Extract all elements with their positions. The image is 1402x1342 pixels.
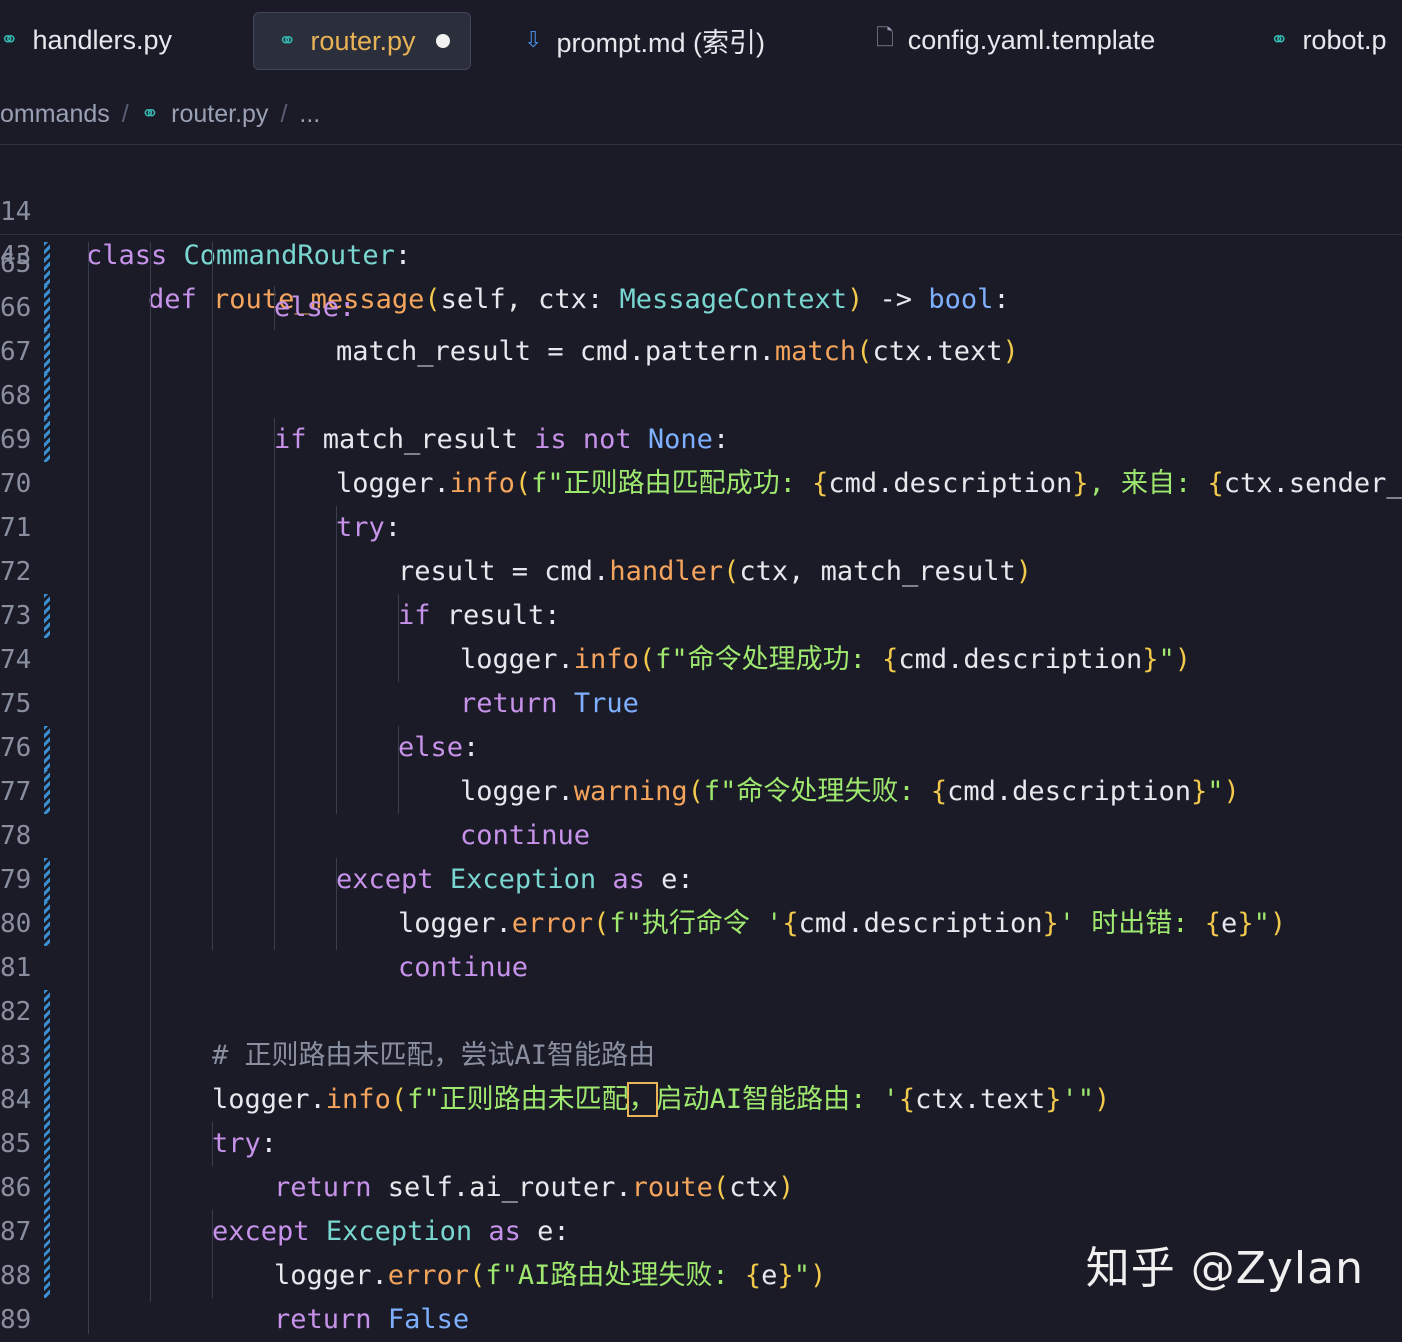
code-line[interactable]: 71 result = cmd.handler(ctx, match_resul… <box>0 506 1402 587</box>
tab-label: handlers.py <box>32 24 173 55</box>
code-line[interactable]: 84 try: <box>0 1078 1402 1159</box>
code-line[interactable]: 43 def route_message(self, ctx: MessageC… <box>0 190 1402 315</box>
download-arrow-icon: ⇩ <box>524 27 543 52</box>
code-line[interactable]: 86 except Exception as e: <box>0 1166 1402 1247</box>
code-line[interactable]: 85 return self.ai_router.route(ctx) <box>0 1122 1402 1203</box>
breadcrumb-more[interactable]: ... <box>299 100 320 129</box>
breadcrumb-file[interactable]: router.py <box>171 100 268 129</box>
code-line[interactable]: 78 except Exception as e: <box>0 814 1402 895</box>
file-icon: 🗋 <box>876 25 894 50</box>
code-line[interactable]: 75 else: <box>0 682 1402 763</box>
tab-label: config.yaml.template <box>907 24 1156 55</box>
code-line[interactable]: 81 <box>0 946 1402 990</box>
python-icon: ⚭ <box>278 28 297 53</box>
breadcrumb-folder[interactable]: ommands <box>0 100 110 129</box>
code-line[interactable]: 82 # 正则路由未匹配，尝试AI智能路由 <box>0 990 1402 1071</box>
tab-robot[interactable]: ⚭ robot.p <box>1270 12 1387 68</box>
code-line[interactable]: 69 logger.info(f"正则路由匹配成功: {cmd.descript… <box>0 418 1402 499</box>
unsaved-dot-icon[interactable] <box>435 34 450 48</box>
code-line[interactable]: 72 if result: <box>0 550 1402 631</box>
code-line[interactable]: 83 logger.info(f"正则路由未匹配，启动AI智能路由: '{ctx… <box>0 1034 1402 1117</box>
tab-bar: ⚭ handlers.py ⚭ router.py ⇩ prompt.md (索… <box>0 0 1402 84</box>
code-line[interactable]: 77 continue <box>0 770 1402 851</box>
tab-prompt[interactable]: ⇩ prompt.md (索引) <box>524 12 765 68</box>
python-icon: ⚭ <box>0 27 19 52</box>
watermark: 知乎 @Zylan <box>1085 1243 1364 1294</box>
code-line[interactable]: 80 continue <box>0 902 1402 983</box>
code-line[interactable]: 66 match_result = cmd.pattern.match(ctx.… <box>0 286 1402 367</box>
sticky-scroll: 14 class CommandRouter: 43 def route_mes… <box>0 146 1402 315</box>
code-line[interactable]: 73 logger.info(f"命令处理成功: {cmd.descriptio… <box>0 594 1402 675</box>
tab-label: prompt.md (索引) <box>556 27 765 58</box>
code-line[interactable]: 76 logger.warning(f"命令处理失败: {cmd.descrip… <box>0 726 1402 807</box>
code-line[interactable]: 65 else: <box>0 242 1402 323</box>
tab-router[interactable]: ⚭ router.py <box>253 12 471 70</box>
code-line[interactable]: 68 if match_result is not None: <box>0 374 1402 455</box>
tab-label: robot.p <box>1302 24 1387 55</box>
code-line[interactable]: 14 class CommandRouter: <box>0 146 1402 271</box>
tab-handlers[interactable]: ⚭ handlers.py <box>0 12 172 68</box>
python-icon: ⚭ <box>140 101 160 126</box>
code-line[interactable]: 67 <box>0 330 1402 374</box>
code-line[interactable]: 70 try: <box>0 462 1402 543</box>
tab-config[interactable]: 🗋 config.yaml.template <box>876 12 1155 68</box>
code-line[interactable]: 74 return True <box>0 638 1402 719</box>
tab-label: router.py <box>310 25 416 56</box>
python-icon: ⚭ <box>1270 27 1289 52</box>
breadcrumb: ommands / ⚭ router.py / ... <box>0 84 1402 145</box>
code-line[interactable]: 79 logger.error(f"执行命令 '{cmd.description… <box>0 858 1402 939</box>
code-line[interactable]: 89 <box>0 1298 1402 1342</box>
